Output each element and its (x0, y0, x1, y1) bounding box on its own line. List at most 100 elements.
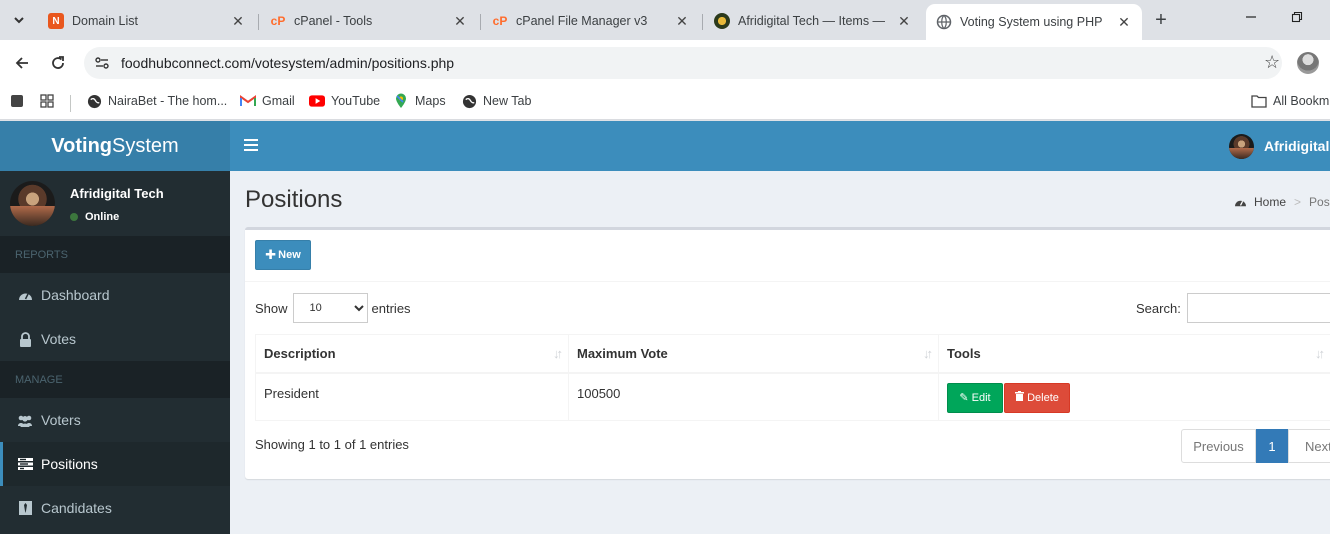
cpanel-favicon: cP (492, 14, 508, 28)
sidebar-header-reports: REPORTS (0, 236, 230, 273)
dashboard-icon (16, 289, 34, 302)
bookmark-maps[interactable]: Maps (393, 93, 446, 109)
minimize-icon (1246, 16, 1256, 18)
restore-button[interactable] (1291, 10, 1303, 26)
close-icon[interactable]: ✕ (230, 13, 246, 29)
bookmark-star-icon[interactable]: ☆ (1264, 52, 1284, 73)
user-panel: Afridigital Tech Online (0, 171, 230, 236)
maps-pin-icon (393, 93, 409, 109)
folder-icon (1251, 93, 1267, 109)
app-logo[interactable]: Voting System (0, 121, 230, 171)
tab-search-button[interactable] (6, 8, 32, 32)
entries-length: Show 10 entries (255, 293, 411, 323)
breadcrumb: Home > Posit (1234, 195, 1330, 209)
bookmark-gmail[interactable]: Gmail (240, 93, 295, 109)
delete-button[interactable]: Delete (1004, 382, 1070, 413)
address-bar[interactable]: foodhubconnect.com/votesystem/admin/posi… (84, 47, 1282, 79)
profile-avatar[interactable] (1297, 52, 1319, 74)
pagination-previous[interactable]: Previous (1181, 429, 1256, 463)
close-icon[interactable]: ✕ (452, 13, 468, 29)
column-header-tools[interactable]: Tools ↓↑ (938, 334, 1330, 374)
new-tab-button[interactable]: + (1150, 9, 1172, 31)
minimize-button[interactable] (1245, 10, 1257, 26)
tab-separator (702, 14, 703, 30)
restore-icon (1291, 11, 1303, 23)
bookmark-square[interactable] (9, 93, 31, 109)
cpanel-favicon: cP (270, 14, 286, 28)
positions-box: ✚ New Show 10 entries Search: Descriptio… (245, 227, 1330, 479)
user-name: Afridigital Tech (70, 186, 164, 201)
sidebar-item-votes[interactable]: Votes (0, 317, 230, 361)
search-input[interactable] (1186, 293, 1330, 323)
cell-maximum-vote: 100500 (568, 372, 939, 421)
new-position-button[interactable]: ✚ New (255, 240, 311, 270)
positions-table: Description ↓↑ Maximum Vote ↓↑ Tools ↓↑ … (255, 334, 1330, 421)
navbar-user-name[interactable]: Afridigital T (1264, 138, 1330, 154)
bookmark-separator (70, 95, 71, 112)
tab-cpanel-tools[interactable]: cP cPanel - Tools ✕ (260, 6, 478, 36)
breadcrumb-separator: > (1294, 195, 1302, 209)
pagination-next[interactable]: Next (1288, 429, 1330, 463)
user-status: Online (70, 211, 119, 223)
all-bookmarks-folder[interactable]: All Bookm (1251, 93, 1329, 109)
table-header-row: Description ↓↑ Maximum Vote ↓↑ Tools ↓↑ (255, 334, 1330, 374)
table-row: President 100500 ✎ Edit Delete (255, 372, 1330, 421)
sidebar: Voting System Afridigital Tech Online REP… (0, 121, 230, 534)
cell-tools: ✎ Edit Delete (938, 372, 1330, 421)
tasks-icon (16, 458, 34, 470)
lock-icon (16, 331, 34, 347)
sort-icon: ↓↑ (553, 346, 563, 361)
globe-icon (86, 93, 102, 109)
site-favicon (714, 13, 730, 29)
sidebar-item-candidates[interactable]: Candidates (0, 486, 230, 530)
sidebar-item-positions[interactable]: Positions (0, 442, 230, 486)
voting-app: Voting System Afridigital Tech Online REP… (0, 121, 1330, 534)
bookmarks-bar: NairaBet - The hom... Gmail YouTube Maps… (0, 86, 1330, 120)
namecheap-favicon: N (48, 13, 64, 29)
site-info-icon[interactable] (94, 55, 110, 71)
navbar-avatar[interactable] (1229, 134, 1254, 159)
tab-separator (480, 14, 481, 30)
column-header-maximum-vote[interactable]: Maximum Vote ↓↑ (568, 334, 939, 374)
reload-button[interactable] (46, 51, 70, 75)
sidebar-toggle-icon[interactable] (244, 139, 258, 151)
users-icon (16, 414, 34, 427)
bookmark-youtube[interactable]: YouTube (309, 93, 380, 109)
edit-icon: ✎ (959, 392, 969, 404)
close-icon[interactable]: ✕ (896, 13, 912, 29)
apps-grid-icon (39, 93, 55, 109)
close-icon[interactable]: ✕ (674, 13, 690, 29)
trash-icon (1015, 391, 1025, 404)
tab-afridigital-items[interactable]: Afridigital Tech — Items — ✕ (704, 6, 922, 36)
apps-button[interactable] (39, 93, 61, 109)
url-text[interactable]: foodhubconnect.com/votesystem/admin/posi… (121, 55, 454, 71)
pagination-page-1[interactable]: 1 (1256, 429, 1288, 463)
dashboard-icon (1235, 200, 1246, 206)
close-icon[interactable]: ✕ (1116, 14, 1132, 30)
table-search: Search: (1136, 293, 1330, 323)
chevron-down-icon (14, 17, 24, 24)
tab-cpanel-file-manager[interactable]: cP cPanel File Manager v3 ✕ (482, 6, 700, 36)
tab-voting-system[interactable]: Voting System using PHP ✕ (926, 4, 1142, 40)
back-button[interactable] (10, 51, 34, 75)
gmail-icon (240, 93, 256, 109)
breadcrumb-home[interactable]: Home (1254, 195, 1286, 209)
browser-tabstrip: N Domain List ✕ cP cPanel - Tools ✕ cP c… (0, 0, 1330, 40)
globe-icon (936, 14, 952, 30)
edit-button[interactable]: ✎ Edit (947, 382, 1003, 413)
sidebar-item-dashboard[interactable]: Dashboard (0, 273, 230, 317)
column-header-description[interactable]: Description ↓↑ (255, 334, 569, 374)
bookmark-nairabet[interactable]: NairaBet - The hom... (86, 93, 227, 109)
online-dot-icon (70, 213, 78, 221)
sidebar-item-voters[interactable]: Voters (0, 398, 230, 442)
breadcrumb-current: Posit (1309, 195, 1330, 209)
bookmark-new-tab[interactable]: New Tab (461, 93, 531, 109)
square-icon (9, 93, 25, 109)
entries-select[interactable]: 10 (292, 293, 368, 323)
pagination: Previous 1 Next (1181, 429, 1330, 463)
reload-icon (52, 56, 64, 69)
sort-icon: ↓↑ (923, 346, 933, 361)
sort-icon: ↓↑ (1315, 346, 1325, 361)
tab-separator (258, 14, 259, 30)
tab-domain-list[interactable]: N Domain List ✕ (38, 6, 256, 36)
